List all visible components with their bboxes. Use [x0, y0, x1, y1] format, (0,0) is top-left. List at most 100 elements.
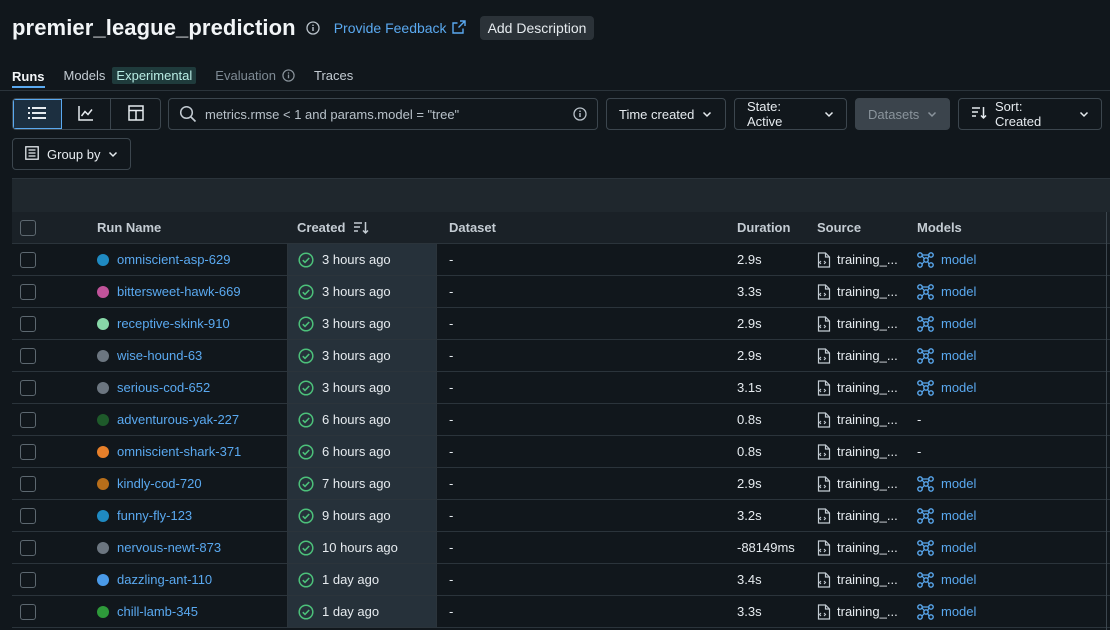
- row-checkbox[interactable]: [20, 283, 36, 300]
- model-link[interactable]: model: [941, 348, 976, 363]
- row-checkbox[interactable]: [20, 251, 36, 268]
- run-name-link[interactable]: wise-hound-63: [117, 348, 202, 363]
- tab-models[interactable]: Models Experimental: [64, 64, 197, 84]
- created-time[interactable]: 10 hours ago: [322, 540, 398, 555]
- table-row[interactable]: serious-cod-652 3 hours ago - 3.1s train…: [12, 372, 1110, 404]
- created-time[interactable]: 3 hours ago: [322, 284, 391, 299]
- created-time[interactable]: 3 hours ago: [322, 316, 391, 331]
- table-row[interactable]: kindly-cod-720 7 hours ago - 2.9s traini…: [12, 468, 1110, 500]
- source-link[interactable]: training_...: [837, 540, 898, 555]
- source-link[interactable]: training_...: [837, 284, 898, 299]
- source-link[interactable]: training_...: [837, 380, 898, 395]
- row-checkbox[interactable]: [20, 539, 36, 556]
- column-header-dataset[interactable]: Dataset: [437, 212, 737, 243]
- table-row[interactable]: nervous-newt-873 10 hours ago - -88149ms…: [12, 532, 1110, 564]
- column-header-run-name[interactable]: Run Name: [97, 212, 287, 243]
- add-description-button[interactable]: Add Description: [479, 16, 595, 40]
- model-link[interactable]: model: [941, 252, 976, 267]
- column-header-created[interactable]: Created: [287, 212, 437, 243]
- created-time[interactable]: 3 hours ago: [322, 252, 391, 267]
- source-link[interactable]: training_...: [837, 508, 898, 523]
- table-row[interactable]: omniscient-shark-371 6 hours ago - 0.8s …: [12, 436, 1110, 468]
- source-link[interactable]: training_...: [837, 572, 898, 587]
- table-row[interactable]: funny-fly-123 9 hours ago - 3.2s trainin…: [12, 500, 1110, 532]
- created-time[interactable]: 1 day ago: [322, 572, 379, 587]
- row-checkbox[interactable]: [20, 603, 36, 620]
- table-row[interactable]: wise-hound-63 3 hours ago - 2.9s trainin…: [12, 340, 1110, 372]
- provide-feedback-link[interactable]: Provide Feedback: [334, 19, 466, 37]
- model-link[interactable]: model: [941, 604, 976, 619]
- source-link[interactable]: training_...: [837, 604, 898, 619]
- info-icon[interactable]: [573, 107, 587, 121]
- row-checkbox[interactable]: [20, 379, 36, 396]
- row-checkbox[interactable]: [20, 571, 36, 588]
- column-header-duration[interactable]: Duration: [737, 212, 817, 243]
- tab-runs[interactable]: Runs: [12, 64, 45, 88]
- model-link[interactable]: model: [941, 316, 976, 331]
- created-time[interactable]: 3 hours ago: [322, 380, 391, 395]
- run-name-link[interactable]: bittersweet-hawk-669: [117, 284, 241, 299]
- source-link[interactable]: training_...: [837, 348, 898, 363]
- column-header-source[interactable]: Source: [817, 212, 917, 243]
- select-all-checkbox[interactable]: [20, 219, 36, 236]
- source-link[interactable]: training_...: [837, 316, 898, 331]
- time-created-dropdown[interactable]: Time created: [606, 98, 726, 130]
- created-time[interactable]: 9 hours ago: [322, 508, 391, 523]
- run-name-link[interactable]: chill-lamb-345: [117, 604, 198, 619]
- table-view-button[interactable]: [111, 99, 160, 129]
- sort-desc-icon[interactable]: [353, 221, 369, 235]
- model-link[interactable]: model: [941, 508, 976, 523]
- created-time[interactable]: 1 day ago: [322, 604, 379, 619]
- chart-view-button[interactable]: [62, 99, 111, 129]
- datasets-dropdown[interactable]: Datasets: [855, 98, 950, 130]
- group-by-dropdown[interactable]: Group by: [12, 138, 132, 170]
- model-link[interactable]: model: [941, 380, 976, 395]
- duration-cell: 0.8s: [737, 436, 817, 467]
- sort-dropdown[interactable]: Sort: Created: [958, 98, 1102, 130]
- run-name-link[interactable]: nervous-newt-873: [117, 540, 221, 555]
- list-view-button[interactable]: [13, 99, 62, 129]
- created-cell: 3 hours ago: [287, 372, 437, 403]
- table-row[interactable]: bittersweet-hawk-669 3 hours ago - 3.3s …: [12, 276, 1110, 308]
- run-name-link[interactable]: receptive-skink-910: [117, 316, 230, 331]
- tab-traces[interactable]: Traces: [314, 64, 353, 84]
- run-name-link[interactable]: kindly-cod-720: [117, 476, 202, 491]
- column-header-models[interactable]: Models: [917, 212, 1110, 243]
- created-time[interactable]: 6 hours ago: [322, 444, 391, 459]
- row-checkbox[interactable]: [20, 315, 36, 332]
- run-name-link[interactable]: adventurous-yak-227: [117, 412, 239, 427]
- source-link[interactable]: training_...: [837, 252, 898, 267]
- created-time[interactable]: 3 hours ago: [322, 348, 391, 363]
- runs-table: Run Name Created Dataset Duration Source…: [12, 212, 1110, 628]
- model-link[interactable]: model: [941, 572, 976, 587]
- model-link[interactable]: model: [941, 284, 976, 299]
- created-time[interactable]: 6 hours ago: [322, 412, 391, 427]
- source-link[interactable]: training_...: [837, 412, 898, 427]
- table-row[interactable]: adventurous-yak-227 6 hours ago - 0.8s t…: [12, 404, 1110, 436]
- source-link[interactable]: training_...: [837, 476, 898, 491]
- run-name-link[interactable]: dazzling-ant-110: [117, 572, 212, 587]
- row-checkbox[interactable]: [20, 411, 36, 428]
- row-checkbox[interactable]: [20, 507, 36, 524]
- run-name-link[interactable]: serious-cod-652: [117, 380, 210, 395]
- run-name-link[interactable]: funny-fly-123: [117, 508, 192, 523]
- model-link[interactable]: model: [941, 476, 976, 491]
- row-checkbox[interactable]: [20, 347, 36, 364]
- table-row[interactable]: omniscient-asp-629 3 hours ago - 2.9s tr…: [12, 244, 1110, 276]
- tab-evaluation[interactable]: Evaluation: [215, 64, 295, 84]
- row-checkbox[interactable]: [20, 443, 36, 460]
- run-name-link[interactable]: omniscient-asp-629: [117, 252, 230, 267]
- info-icon[interactable]: [306, 21, 320, 35]
- created-cell: 7 hours ago: [287, 468, 437, 499]
- model-link[interactable]: model: [941, 540, 976, 555]
- table-row[interactable]: dazzling-ant-110 1 day ago - 3.4s traini…: [12, 564, 1110, 596]
- table-row[interactable]: receptive-skink-910 3 hours ago - 2.9s t…: [12, 308, 1110, 340]
- source-link[interactable]: training_...: [837, 444, 898, 459]
- table-right-border: [1106, 212, 1107, 630]
- state-dropdown[interactable]: State: Active: [734, 98, 847, 130]
- table-row[interactable]: chill-lamb-345 1 day ago - 3.3s training…: [12, 596, 1110, 628]
- search-input[interactable]: metrics.rmse < 1 and params.model = "tre…: [168, 98, 598, 130]
- created-time[interactable]: 7 hours ago: [322, 476, 391, 491]
- run-name-link[interactable]: omniscient-shark-371: [117, 444, 241, 459]
- row-checkbox[interactable]: [20, 475, 36, 492]
